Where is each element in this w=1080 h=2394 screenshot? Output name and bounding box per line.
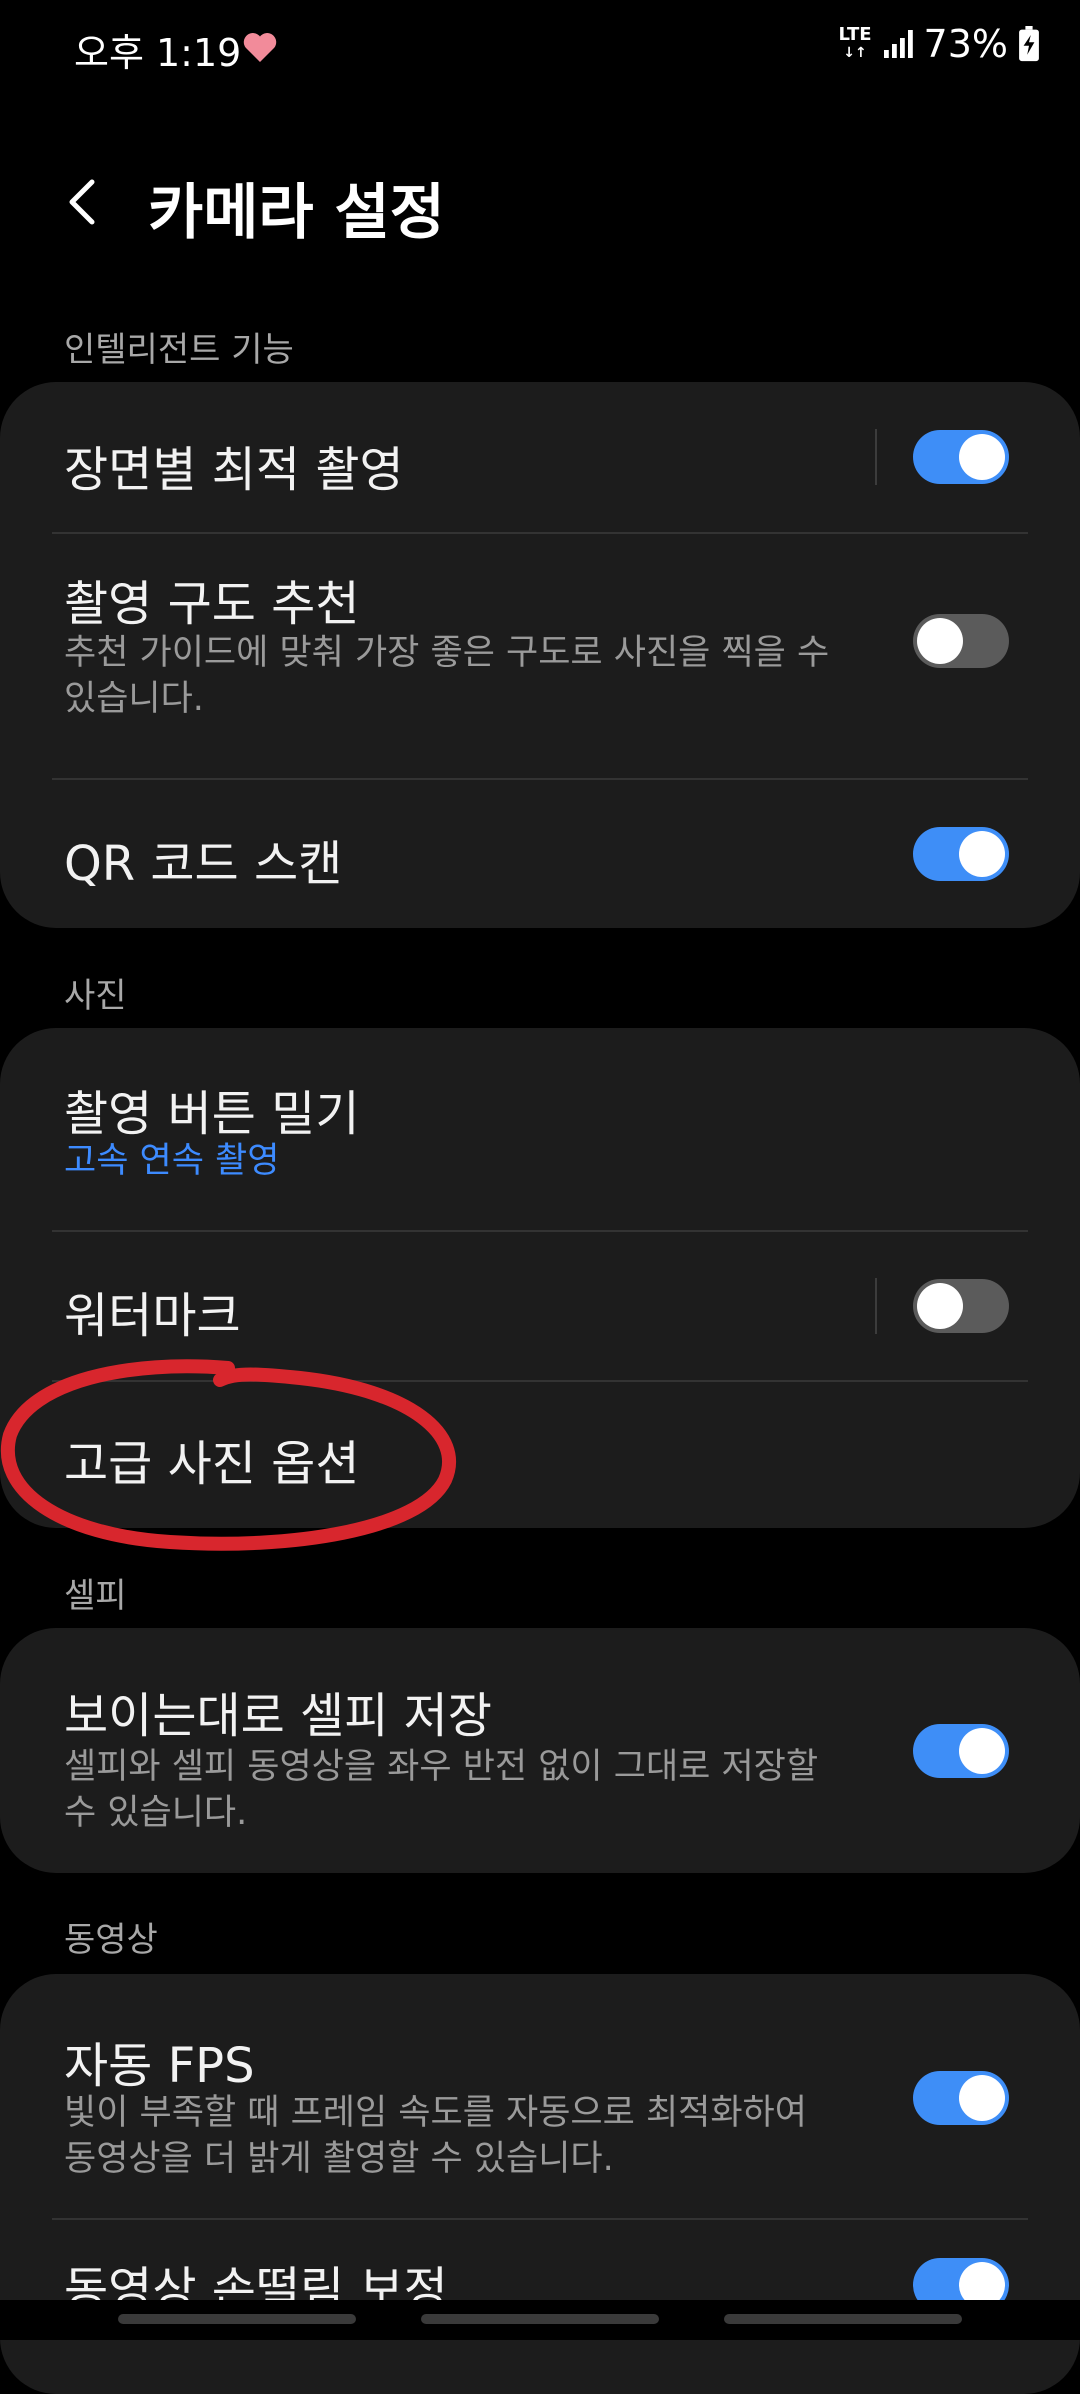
watermark-toggle[interactable] xyxy=(913,1279,1009,1333)
battery-charging-icon xyxy=(1019,26,1039,62)
setting-value: 고속 연속 촬영 xyxy=(64,1141,280,1181)
card-intelligent: 장면별 최적 촬영 촬영 구도 추천 추천 가이드에 맞춰 가장 좋은 구도로 … xyxy=(0,382,1080,928)
card-photo: 촬영 버튼 밀기 고속 연속 촬영 워터마크 고급 사진 옵션 xyxy=(0,1028,1080,1528)
page-title: 카메라 설정 xyxy=(148,178,445,248)
setting-description: 추천 가이드에 맞춰 가장 좋은 구도로 사진을 찍을 수 있습니다. xyxy=(64,633,830,719)
heart-icon xyxy=(243,33,277,62)
setting-title: 촬영 구도 추천 xyxy=(64,576,360,632)
lte-icon: LTE ↓↑ xyxy=(838,24,872,62)
section-label-video: 동영상 xyxy=(64,1920,158,1960)
section-label-selfie: 셀피 xyxy=(64,1576,127,1616)
section-label-photo: 사진 xyxy=(64,976,127,1016)
nav-recents-handle[interactable] xyxy=(118,2314,356,2324)
card-selfie: 보이는대로 셀피 저장 셀피와 셀피 동영상을 좌우 반전 없이 그대로 저장할… xyxy=(0,1628,1080,1873)
setting-row-save-selfies-as-previewed[interactable]: 보이는대로 셀피 저장 셀피와 셀피 동영상을 좌우 반전 없이 그대로 저장할… xyxy=(0,1628,1080,1873)
navigation-bar xyxy=(0,2300,1080,2340)
row-separator xyxy=(875,429,877,485)
back-arrow-icon[interactable] xyxy=(56,172,116,232)
row-separator xyxy=(875,1278,877,1334)
save-selfies-toggle[interactable] xyxy=(913,1724,1009,1778)
setting-row-qr-scan[interactable]: QR 코드 스캔 xyxy=(0,780,1080,928)
status-time: 오후 1:19 xyxy=(74,31,242,75)
setting-row-advanced-photo-options[interactable]: 고급 사진 옵션 xyxy=(0,1382,1080,1528)
setting-title: 촬영 버튼 밀기 xyxy=(64,1086,360,1142)
setting-title: 보이는대로 셀피 저장 xyxy=(64,1688,492,1744)
setting-row-shot-suggestions[interactable]: 촬영 구도 추천 추천 가이드에 맞춰 가장 좋은 구도로 사진을 찍을 수 있… xyxy=(0,534,1080,776)
setting-row-scene-optimizer[interactable]: 장면별 최적 촬영 xyxy=(0,382,1080,532)
auto-fps-toggle[interactable] xyxy=(913,2071,1009,2125)
signal-icon xyxy=(883,30,913,58)
setting-title: QR 코드 스캔 xyxy=(64,836,343,892)
nav-back-handle[interactable] xyxy=(724,2314,962,2324)
battery-percent: 73% xyxy=(923,22,1008,66)
setting-row-auto-fps[interactable]: 자동 FPS 빛이 부족할 때 프레임 속도를 자동으로 최적화하여 동영상을 … xyxy=(0,1974,1080,2218)
app-header: 카메라 설정 xyxy=(0,150,1080,260)
status-bar: 오후 1:19 LTE ↓↑ 73% xyxy=(0,0,1080,96)
setting-title: 워터마크 xyxy=(64,1288,241,1344)
scene-optimizer-toggle[interactable] xyxy=(913,430,1009,484)
qr-scan-toggle[interactable] xyxy=(913,827,1009,881)
setting-title: 자동 FPS xyxy=(64,2038,255,2094)
shot-suggestions-toggle[interactable] xyxy=(913,614,1009,668)
setting-title: 장면별 최적 촬영 xyxy=(64,442,404,498)
nav-home-handle[interactable] xyxy=(421,2314,659,2324)
setting-description: 셀피와 셀피 동영상을 좌우 반전 없이 그대로 저장할 수 있습니다. xyxy=(64,1747,819,1833)
setting-row-watermark[interactable]: 워터마크 xyxy=(0,1232,1080,1380)
status-indicators: LTE ↓↑ 73% xyxy=(838,22,1040,66)
setting-title: 고급 사진 옵션 xyxy=(64,1436,360,1492)
setting-description: 빛이 부족할 때 프레임 속도를 자동으로 최적화하여 동영상을 더 밝게 촬영… xyxy=(64,2093,807,2179)
section-label-intelligent: 인텔리전트 기능 xyxy=(64,330,294,370)
setting-row-swipe-shutter[interactable]: 촬영 버튼 밀기 고속 연속 촬영 xyxy=(0,1028,1080,1230)
